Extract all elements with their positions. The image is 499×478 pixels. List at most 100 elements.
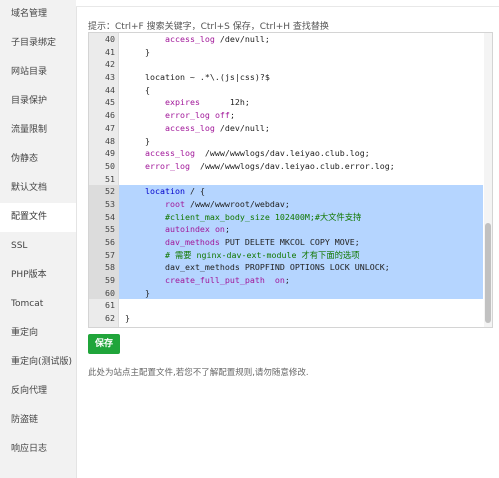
code-line[interactable]: 43 location ~ .*\.(js|css)?$ [89, 71, 483, 84]
sidebar-item[interactable]: PHP版本 [0, 261, 76, 290]
line-number: 50 [105, 160, 115, 171]
code-line[interactable]: 60 } [89, 286, 483, 300]
code-line[interactable]: 62 } [89, 312, 483, 325]
code-token: /www/wwwlogs/dav.leiyao.club.error.log; [189, 160, 395, 171]
code-line[interactable]: 56 dav_methods PUT DELETE MKCOL COPY MOV… [89, 236, 483, 249]
code-line[interactable]: 41 } [89, 46, 483, 59]
sidebar-item[interactable]: 配置文件 [0, 203, 76, 232]
code-token: # 需要 nginx-dav-ext-module 才有下面的选项 [164, 249, 360, 260]
code-line[interactable]: 61 [89, 299, 483, 312]
line-number: 58 [89, 261, 118, 275]
code-token: ; [224, 224, 230, 235]
line-code: access_log /dev/null; [119, 122, 483, 135]
code-line[interactable]: 47 access_log /dev/null; [89, 122, 483, 135]
sidebar-item[interactable]: 重定向(测试版) [0, 348, 76, 377]
line-number: 46 [105, 110, 115, 121]
line-code: dav_methods PUT DELETE MKCOL COPY MOVE; [119, 236, 483, 249]
code-line[interactable]: 54 #client_max_body_size 102400M;#大文件支持 [89, 210, 483, 224]
save-button[interactable]: 保存 [88, 334, 120, 354]
line-number: 53 [89, 197, 118, 211]
line-code: location ~ .*\.(js|css)?$ [119, 71, 483, 84]
code-token: } [125, 313, 130, 324]
line-code: access_log /dev/null; [119, 33, 483, 46]
sidebar-item[interactable]: 防盗链 [0, 406, 76, 435]
line-code: dav_ext_methods PROPFIND OPTIONS LOCK UN… [119, 261, 483, 275]
sidebar-item[interactable]: 响应日志 [0, 435, 76, 464]
line-code: } [119, 46, 483, 59]
sidebar-item[interactable]: 网站目录 [0, 58, 76, 87]
code-line[interactable]: 57 # 需要 nginx-dav-ext-module 才有下面的选项 [89, 248, 483, 262]
code-line[interactable]: 42 [89, 58, 483, 71]
code-token: create_full_put_path [164, 275, 265, 286]
line-number: 41 [105, 46, 115, 57]
line-number: 42 [105, 59, 115, 70]
shortcut-tip: 提示：Ctrl+F 搜索关键字，Ctrl+S 保存，Ctrl+H 查找替换 [88, 22, 329, 32]
code-token: error_log [164, 110, 210, 121]
sidebar-item[interactable]: SSL [0, 232, 76, 261]
config-code-editor[interactable]: 40 access_log /dev/null; 41 } 42 43 locati… [88, 32, 493, 328]
code-line[interactable]: 58 dav_ext_methods PROPFIND OPTIONS LOCK… [89, 261, 483, 275]
scrollbar-thumb[interactable] [485, 223, 491, 323]
sidebar-item[interactable]: 默认文档 [0, 174, 76, 203]
code-line[interactable]: 53 root /www/wwwroot/webdav; [89, 197, 483, 211]
code-line[interactable]: 52 location / { [89, 185, 483, 198]
code-line[interactable]: 55 autoindex on; [89, 223, 483, 237]
editor-scrollbar[interactable] [484, 33, 492, 327]
code-token: } [125, 287, 150, 298]
code-token: off [214, 110, 230, 121]
code-lines[interactable]: 40 access_log /dev/null; 41 } 42 43 locati… [89, 33, 483, 325]
code-token: /www/wwwroot/webdav; [184, 198, 290, 209]
code-token: dav_methods [164, 237, 220, 247]
code-line[interactable]: 49 access_log /www/wwwlogs/dav.leiyao.cl… [89, 147, 483, 160]
line-number: 52 [89, 185, 118, 198]
code-token: /www/wwwlogs/dav.leiyao.club.log; [194, 148, 370, 159]
line-code: #client_max_body_size 102400M;#大文件支持 [119, 210, 483, 224]
line-number: 55 [89, 223, 118, 237]
code-token: { [125, 84, 150, 95]
top-border [76, 0, 499, 7]
line-number: 62 [105, 313, 115, 324]
code-line[interactable]: 45 expires 12h; [89, 96, 483, 109]
line-number: 45 [105, 97, 115, 108]
code-line[interactable]: 46 error_log off; [89, 109, 483, 122]
code-token: access_log [144, 148, 195, 159]
line-code: autoindex on; [119, 223, 483, 237]
line-code: root /www/wwwroot/webdav; [119, 197, 483, 211]
code-token: ; [284, 275, 290, 286]
code-token: root [164, 198, 185, 209]
code-token: location [144, 186, 185, 197]
sidebar-item[interactable]: 子目录绑定 [0, 29, 76, 58]
line-number: 59 [89, 274, 118, 287]
code-token: expires [164, 97, 200, 108]
code-token: ; [229, 110, 235, 121]
code-line[interactable]: 44 { [89, 84, 483, 97]
sidebar-item[interactable]: Tomcat [0, 290, 76, 319]
line-code: { [119, 84, 483, 97]
sidebar-item[interactable]: 域名管理 [0, 0, 76, 29]
code-line[interactable]: 50 error_log /www/wwwlogs/dav.leiyao.clu… [89, 160, 483, 173]
code-token: / { [184, 186, 205, 197]
code-token: } [125, 135, 150, 146]
code-line[interactable]: 51 [89, 173, 483, 186]
code-line[interactable]: 40 access_log /dev/null; [89, 33, 483, 46]
sidebar-item[interactable]: 反向代理 [0, 377, 76, 406]
code-token: autoindex [164, 224, 210, 235]
code-token: on [214, 224, 225, 235]
sidebar-item[interactable]: 流量限制 [0, 116, 76, 145]
sidebar-item[interactable]: 重定向 [0, 319, 76, 348]
line-number: 44 [105, 84, 115, 95]
line-code: } [119, 135, 483, 148]
code-line[interactable]: 59 create_full_put_path on; [89, 274, 483, 287]
code-line[interactable]: 48 } [89, 135, 483, 148]
sidebar-item[interactable]: 伪静态 [0, 145, 76, 174]
sidebar-item[interactable]: 目录保护 [0, 87, 76, 116]
code-token: } [125, 46, 150, 57]
line-code: expires 12h; [119, 96, 483, 109]
